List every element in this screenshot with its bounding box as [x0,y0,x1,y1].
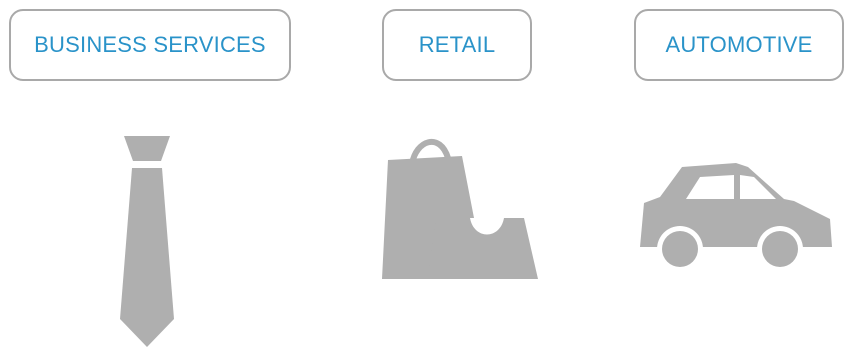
category-button-business-services[interactable]: BUSINESS SERVICES [9,9,291,81]
category-label: BUSINESS SERVICES [34,32,266,57]
category-label: AUTOMOTIVE [665,32,813,57]
category-button-retail[interactable]: RETAIL [382,9,532,81]
category-label: RETAIL [418,32,496,57]
necktie-icon [120,136,174,347]
category-button-automotive[interactable]: AUTOMOTIVE [634,9,844,81]
shopping-bags-icon [382,138,538,279]
car-icon [640,163,832,271]
